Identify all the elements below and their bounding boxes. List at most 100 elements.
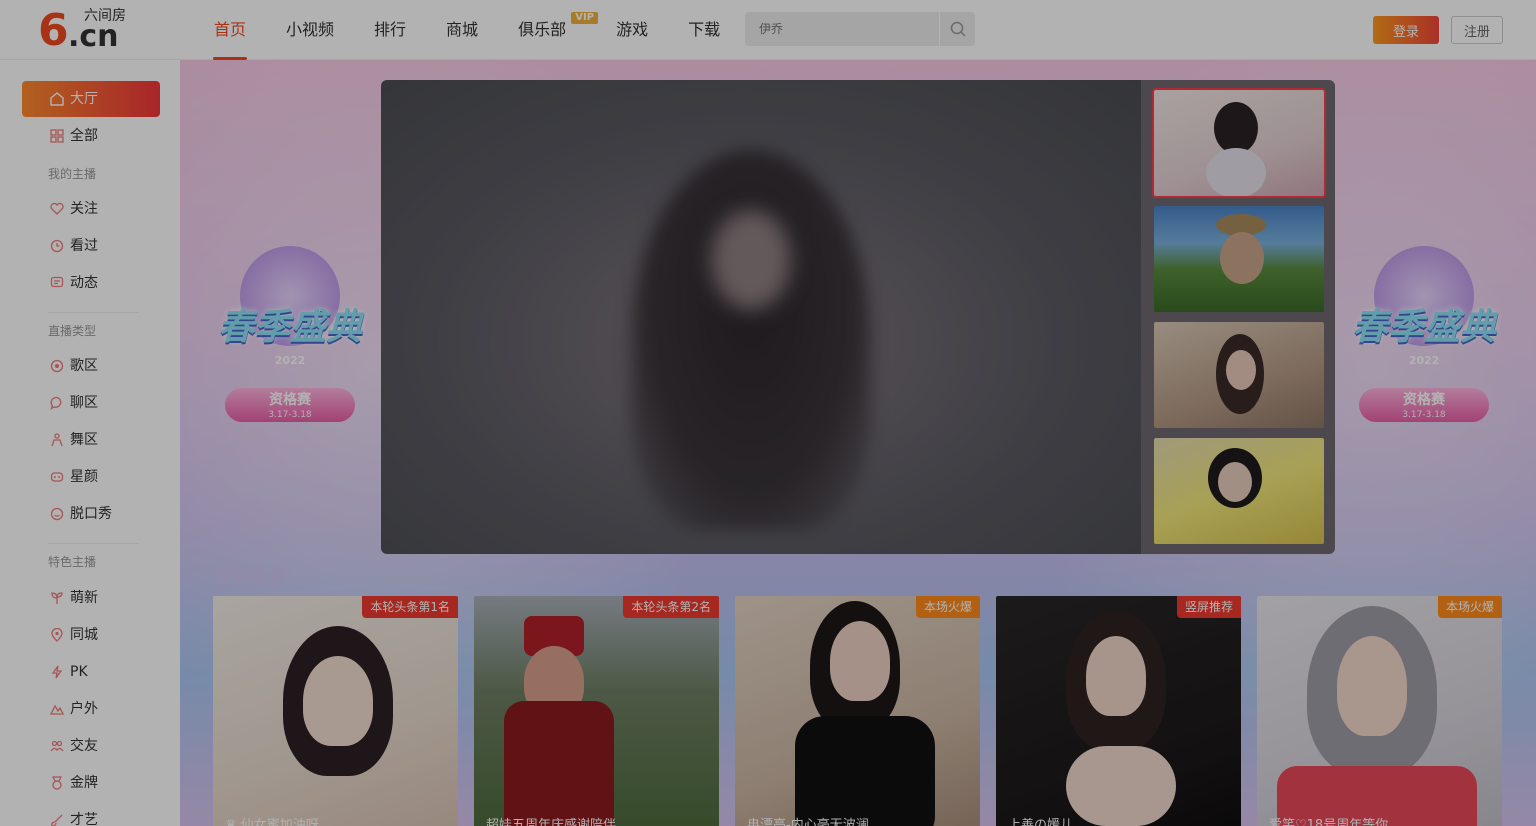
stream-thumbnail[interactable]: [1154, 322, 1324, 428]
stream-thumbnail[interactable]: [1154, 438, 1324, 544]
sidebar-item-label: 歌区: [70, 358, 98, 374]
sidebar: 大厅 全部 我的主播 关注 看过 动态 直播类型 歌区 聊区 舞区 星颜 脱口秀…: [0, 60, 180, 826]
sidebar-item-label: 大厅: [70, 91, 98, 107]
sidebar-item-talent[interactable]: 才艺: [22, 802, 160, 826]
card-tag: 本轮头条第1名: [362, 596, 458, 618]
sidebar-item-hall[interactable]: 大厅: [22, 81, 160, 117]
medal-icon: [52, 776, 62, 790]
sidebar-item-feed[interactable]: 动态: [22, 265, 160, 301]
sidebar-item-pk[interactable]: PK: [22, 654, 160, 690]
dancer-icon: [51, 433, 63, 447]
sidebar-item-all[interactable]: 全部: [22, 118, 160, 154]
card-figure: [1086, 636, 1146, 716]
sidebar-item-label: 萌新: [70, 590, 98, 606]
anchor-card[interactable]: 本场火爆 冉漂亮-内心毫无波澜: [735, 596, 980, 826]
location-pin-icon: [51, 628, 63, 642]
sidebar-item-label: 看过: [70, 238, 98, 254]
live-video-player[interactable]: [381, 80, 1141, 554]
event-stage-pill: 资格赛 3.17-3.18: [1359, 388, 1489, 422]
sidebar-item-local[interactable]: 同城: [22, 617, 160, 653]
card-figure: [1337, 636, 1407, 736]
stream-thumbnail[interactable]: [1152, 88, 1326, 198]
users-icon: [50, 740, 64, 752]
register-button[interactable]: 注册: [1451, 16, 1503, 44]
nav-home[interactable]: 首页: [200, 0, 260, 60]
anchor-card[interactable]: 本轮头条第2名 超娃五周年庆感谢陪伴: [474, 596, 719, 826]
card-figure: [1066, 746, 1176, 826]
sidebar-item-label: 星颜: [70, 469, 98, 485]
sidebar-item-outdoor[interactable]: 户外: [22, 691, 160, 727]
sidebar-item-label: 户外: [70, 701, 98, 717]
main-content: 春季盛典 2022 资格赛 3.17-3.18 春季盛典 2022 资格赛 3.…: [180, 60, 1536, 826]
nav-club[interactable]: 俱乐部 VIP: [504, 0, 599, 60]
card-title: ♛ 仙女蜜加油呀: [225, 818, 319, 826]
nav-games[interactable]: 游戏: [602, 0, 662, 60]
sidebar-item-label: 全部: [70, 128, 98, 144]
sidebar-item-chat[interactable]: 聊区: [22, 385, 160, 421]
anchor-card[interactable]: 本轮头条第1名 ♛ 仙女蜜加油呀: [213, 596, 458, 826]
card-tag: 本轮头条第2名: [623, 596, 719, 618]
nav-download[interactable]: 下载: [674, 0, 734, 60]
sidebar-item-dance[interactable]: 舞区: [22, 422, 160, 458]
event-banner-left[interactable]: 春季盛典 2022 资格赛 3.17-3.18: [200, 246, 380, 436]
sidebar-item-follow[interactable]: 关注: [22, 191, 160, 227]
event-title: 春季盛典: [217, 307, 362, 348]
sidebar-heading-my: 我的主播: [48, 167, 97, 181]
event-stage: 资格赛: [269, 392, 311, 408]
sidebar-item-label: 同城: [70, 627, 98, 643]
anchor-card[interactable]: 竖屏推荐 上善の媛儿: [996, 596, 1241, 826]
main-nav: 首页 小视频 排行 商城 俱乐部 VIP 游戏 下载: [200, 0, 746, 60]
nav-short-video[interactable]: 小视频: [272, 0, 348, 60]
login-button[interactable]: 登录: [1373, 16, 1439, 44]
nav-label: 下载: [688, 20, 721, 39]
event-banner-right[interactable]: 春季盛典 2022 资格赛 3.17-3.18: [1334, 246, 1514, 436]
chat-bubble-icon: [50, 396, 62, 410]
card-title: 超娃五周年庆感谢陪伴: [486, 818, 617, 826]
event-stage-pill: 资格赛 3.17-3.18: [225, 388, 355, 422]
sidebar-item-label: 聊区: [70, 395, 98, 411]
card-tag: 本场火爆: [1437, 596, 1502, 618]
sidebar-item-song[interactable]: 歌区: [22, 348, 160, 384]
message-icon: [50, 276, 64, 288]
event-dates: 3.17-3.18: [268, 410, 312, 420]
search-box: [745, 12, 975, 46]
sidebar-item-newbie[interactable]: 萌新: [22, 580, 160, 616]
nav-label: 排行: [374, 20, 407, 39]
lightning-icon: [51, 665, 63, 679]
stream-thumbnail-list: [1141, 80, 1335, 554]
music-disc-icon: [50, 359, 64, 373]
stream-thumbnail[interactable]: [1154, 206, 1324, 312]
card-figure: [504, 701, 614, 826]
sidebar-item-star-face[interactable]: 星颜: [22, 459, 160, 495]
nav-ranking[interactable]: 排行: [360, 0, 420, 60]
site-logo[interactable]: 6 六间房 .cn: [38, 8, 138, 54]
sidebar-heading-types: 直播类型: [48, 324, 97, 338]
event-year: 2022: [1408, 354, 1440, 367]
brush-icon: [51, 814, 63, 826]
card-figure: [303, 656, 373, 746]
anchor-card[interactable]: 本场火爆 爱笑♡18号周年等你: [1257, 596, 1502, 826]
event-title: 春季盛典: [1351, 307, 1496, 348]
card-title: 冉漂亮-内心毫无波澜: [747, 818, 869, 826]
search-input[interactable]: [745, 12, 940, 46]
sidebar-item-talk-show[interactable]: 脱口秀: [22, 496, 160, 532]
grid-icon: [50, 129, 64, 143]
sidebar-item-label: 动态: [70, 275, 98, 291]
sidebar-item-dating[interactable]: 交友: [22, 728, 160, 764]
sidebar-item-gold[interactable]: 金牌: [22, 765, 160, 801]
sidebar-item-label: PK: [70, 664, 88, 680]
sidebar-item-history[interactable]: 看过: [22, 228, 160, 264]
search-button[interactable]: [939, 12, 975, 46]
top-header: 6 六间房 .cn 首页 小视频 排行 商城 俱乐部 VIP 游戏 下载 登录 注…: [0, 0, 1536, 60]
sidebar-divider: [48, 543, 138, 544]
nav-mall[interactable]: 商城: [432, 0, 492, 60]
card-title: 爱笑♡18号周年等你: [1269, 818, 1389, 826]
sidebar-item-label: 金牌: [70, 775, 98, 791]
card-tag: 竖屏推荐: [1176, 596, 1241, 618]
sidebar-item-label: 舞区: [70, 432, 98, 448]
card-title: 上善の媛儿: [1008, 818, 1074, 826]
card-tag: 本场火爆: [915, 596, 980, 618]
thumbnail-figure: [1226, 350, 1256, 390]
smile-icon: [50, 507, 64, 521]
home-icon: [50, 92, 64, 106]
